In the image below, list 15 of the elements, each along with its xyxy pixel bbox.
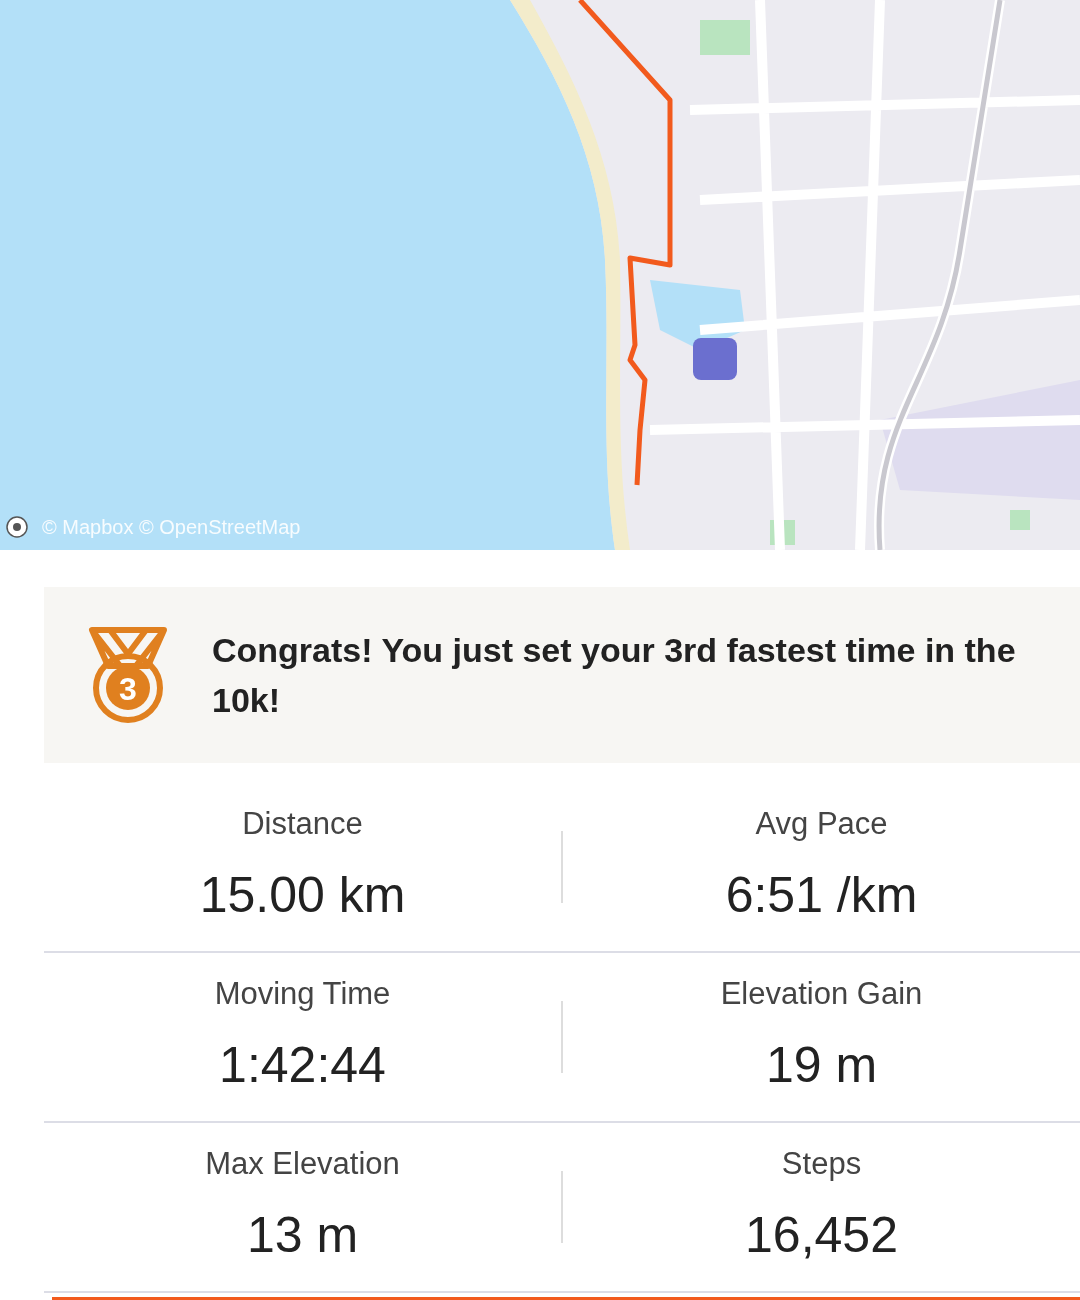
stat-label: Steps bbox=[781, 1145, 862, 1184]
stat-value: 19 m bbox=[765, 1035, 878, 1095]
stat-label: Distance bbox=[242, 805, 363, 844]
stat-value: 16,452 bbox=[745, 1205, 898, 1265]
achievement-message: Congrats! You just set your 3rd fastest time in the 10k! bbox=[212, 630, 1017, 721]
stat-value: 13 m bbox=[246, 1205, 359, 1265]
mapbox-logo-icon[interactable] bbox=[6, 516, 28, 538]
stat-label: Moving Time bbox=[214, 975, 391, 1014]
map-attribution[interactable]: © Mapbox © OpenStreetMap bbox=[42, 512, 301, 542]
stat-value: 6:51 /km bbox=[725, 865, 918, 925]
stat-label: Elevation Gain bbox=[720, 975, 923, 1014]
stat-label: Avg Pace bbox=[755, 805, 888, 844]
stat-label: Max Elevation bbox=[205, 1145, 400, 1184]
stat-value: 15.00 km bbox=[199, 865, 406, 925]
stat-value: 1:42:44 bbox=[219, 1035, 386, 1095]
